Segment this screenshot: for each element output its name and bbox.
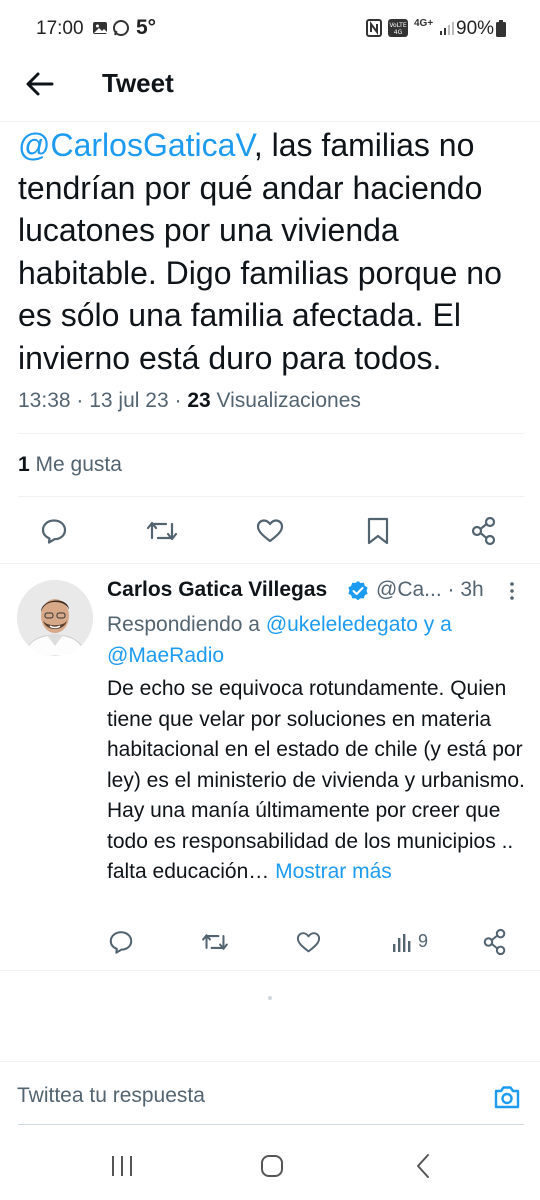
reply-handle[interactable]: @Ca... (376, 578, 442, 601)
tweet-body: , las familias no tendrían por qué andar… (18, 127, 502, 376)
reply-input[interactable]: Twittea tu respuesta (17, 1084, 205, 1108)
reply-handle-time: @Ca... · 3h (376, 578, 484, 601)
back-arrow-icon[interactable] (24, 68, 56, 100)
battery-icon (496, 20, 506, 37)
signal-icon (440, 22, 455, 35)
whatsapp-icon (113, 20, 129, 36)
bookmark-icon[interactable] (366, 516, 390, 546)
divider (0, 121, 540, 122)
gallery-icon (93, 22, 107, 34)
avatar[interactable] (17, 580, 93, 656)
replying-prefix: Respondiendo a (107, 613, 260, 636)
reply-views-count[interactable]: 9 (418, 931, 428, 952)
reply-body: De echo se equivoca rotundamente. Quien … (107, 677, 525, 883)
likes-label: Me gusta (35, 453, 122, 476)
divider (0, 970, 540, 971)
reply-icon[interactable] (40, 517, 68, 545)
like-icon[interactable] (296, 931, 321, 954)
share-icon[interactable] (482, 928, 508, 956)
loading-dot (268, 996, 272, 1000)
status-temperature: 5° (136, 16, 157, 39)
retweet-icon[interactable] (146, 518, 178, 544)
divider (0, 1061, 540, 1062)
replying-to: Respondiendo a @ukeleledegato y a @MaeRa… (107, 609, 527, 671)
tweet-meta: 13:38 · 13 jul 23 · 23 Visualizaciones (18, 389, 361, 412)
input-underline (18, 1124, 524, 1125)
camera-icon[interactable] (492, 1082, 522, 1112)
tweet-views-label[interactable]: Visualizaciones (217, 389, 361, 412)
network-type: 4G+ (414, 18, 434, 29)
reply-time: 3h (460, 578, 484, 601)
tweet-date: 13 jul 23 (89, 389, 169, 412)
home-icon[interactable] (260, 1153, 284, 1179)
show-more-link[interactable]: Mostrar más (275, 860, 392, 883)
more-options-icon[interactable] (506, 580, 518, 602)
battery-percentage: 90% (456, 18, 495, 39)
volte-icon: VoLTE4G (388, 19, 408, 37)
reply-icon[interactable] (108, 929, 134, 955)
page-title: Tweet (102, 68, 174, 98)
nav-back-icon[interactable] (414, 1153, 432, 1179)
retweet-icon[interactable] (201, 931, 229, 953)
divider (18, 433, 524, 434)
tweet-time: 13:38 (18, 389, 71, 412)
reply-author-name[interactable]: Carlos Gatica Villegas (107, 578, 327, 602)
svg-text:VoLTE: VoLTE (389, 22, 406, 29)
divider (18, 496, 524, 497)
views-icon[interactable] (392, 933, 414, 953)
reply-text: De echo se equivoca rotundamente. Quien … (107, 674, 527, 888)
share-icon[interactable] (470, 516, 498, 546)
tweet-text: @CarlosGaticaV, las familias no tendrían… (18, 124, 530, 379)
likes-row[interactable]: 1 Me gusta (18, 453, 122, 477)
like-icon[interactable] (256, 518, 284, 544)
divider (0, 563, 540, 564)
status-time: 17:00 (36, 18, 84, 39)
svg-text:4G: 4G (394, 29, 403, 36)
status-bar: 17:00 5° VoLTE 4G 4G+ 90% (0, 0, 540, 60)
likes-count: 1 (18, 453, 30, 476)
verified-badge-icon (348, 581, 368, 601)
tweet-views-count[interactable]: 23 (187, 389, 210, 412)
recent-apps-icon[interactable] (110, 1154, 134, 1178)
nfc-icon (366, 19, 382, 37)
tweet-mention[interactable]: @CarlosGaticaV (18, 127, 254, 163)
